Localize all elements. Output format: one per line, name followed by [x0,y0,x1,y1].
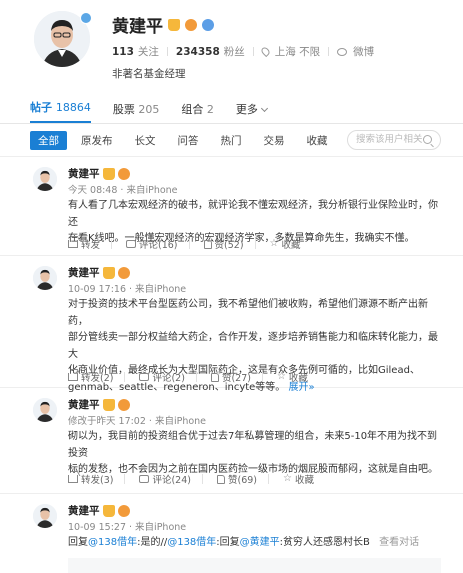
weibo-link[interactable]: 微博 [353,44,374,59]
location-text: 上海 不限 [274,46,321,58]
tab-posts[interactable]: 帖子 18864 [30,99,91,123]
stat-divider [328,47,330,56]
vip-medal-icon [202,18,214,31]
stat-divider [252,47,254,56]
favorite-button[interactable]: ☆ 收藏 [276,370,308,385]
mention-link[interactable]: @138借年 [88,537,137,548]
followers-count[interactable]: 234358 [176,46,220,58]
post-line: 对于投资的技术平台型医药公司，我不希望他们被收购，希望他们源源不断产出新药， [68,299,428,327]
like-icon [203,239,212,249]
like-icon [216,474,225,484]
post-item: 黄建平 10-09 17:16 · 来自iPhone 对于投资的技术平台型医药公… [0,256,463,393]
level-medal-icon [117,266,130,279]
comment-icon [126,240,137,248]
tab-portfolio[interactable]: 组合 2 [181,101,214,123]
chevron-down-icon [260,104,268,113]
filter-bar: 全部 原发布 长文 问答 热门 交易 收藏 搜索该用户相关 [0,124,463,156]
comment-icon [139,373,150,381]
filter-hot[interactable]: 热门 [213,131,250,150]
crown-medal-icon [102,266,115,279]
post-avatar[interactable] [33,266,57,290]
search-icon[interactable] [423,135,432,144]
search-input[interactable]: 搜索该用户相关 [347,130,441,150]
post-meta[interactable]: 今天 08:48 · 来自iPhone [68,182,178,196]
favorite-button[interactable]: ☆ 收藏 [283,472,314,487]
post-line: 有人看了几本宏观经济的破书，就评论我不懂宏观经济，我分析银行业保险业时，你还 [68,200,438,228]
crown-medal-icon [102,504,115,517]
post-avatar[interactable] [33,504,57,528]
verified-badge-icon [80,12,92,24]
post-author[interactable]: 黄建平 [68,166,100,181]
like-button[interactable]: 赞(52) [203,237,256,251]
stat-divider [166,47,168,56]
level-medal-icon [117,167,130,180]
post-author[interactable]: 黄建平 [68,397,100,412]
repost-button[interactable]: 转发(3) [68,472,126,486]
star-icon: ☆ [276,371,286,382]
post-line: 部分管线卖一部分权益给大药企，合作开发，逐步培养销售能力和临床转化能力，最大 [68,332,438,360]
like-icon [210,372,219,382]
profile-header: 黄建平 113 关注 234358 粉丝 上海 不限 微博 非著名基金经理 [0,0,463,98]
comment-button[interactable]: 评论(2) [139,370,197,384]
followers-label[interactable]: 粉丝 [224,44,245,59]
like-button[interactable]: 赞(27) [210,370,263,384]
post-avatar[interactable] [33,167,57,191]
crown-medal-icon [168,18,180,31]
post-item: 黄建平 10-09 15:27 · 来自iPhone 回复@138借年:是的//… [0,494,463,573]
repost-button[interactable]: 转发 [68,237,113,251]
filter-qa[interactable]: 问答 [170,131,207,150]
crown-medal-icon [102,167,115,180]
repost-icon [68,475,78,483]
post-avatar[interactable] [33,398,57,422]
like-button[interactable]: 赞(69) [216,472,269,486]
post-actions: 转发(3) 评论(24) 赞(69) ☆ 收藏 [68,472,314,486]
filter-long[interactable]: 长文 [127,131,164,150]
filter-fav[interactable]: 收藏 [299,131,336,150]
post-actions: 转发 评论(16) 赞(52) ☆ 收藏 [68,237,301,251]
following-count[interactable]: 113 [112,46,134,58]
post-actions: 转发(2) 评论(2) 赞(27) ☆ 收藏 [68,370,308,384]
search-placeholder: 搜索该用户相关 [356,134,423,145]
filter-trade[interactable]: 交易 [256,131,293,150]
repost-icon [68,240,78,248]
post-line: 砌以为，我目前的投资组合优于过去7年私募管理的组合，未来5-10年不用为找不到投… [68,431,438,459]
post-author[interactable]: 黄建平 [68,265,100,280]
comment-icon [139,475,150,483]
repost-button[interactable]: 转发(2) [68,370,126,384]
post-list: 黄建平 今天 08:48 · 来自iPhone 有人看了几本宏观经济的破书，就评… [0,156,463,573]
favorite-button[interactable]: ☆ 收藏 [269,237,301,252]
weibo-icon [337,47,348,56]
mention-link[interactable]: @黄建平 [240,537,280,548]
profile-name: 黄建平 [112,17,163,37]
level-medal-icon [117,398,130,411]
comment-button[interactable]: 评论(16) [126,237,190,251]
star-icon: ☆ [269,238,279,249]
post-author[interactable]: 黄建平 [68,503,100,518]
profile-title: 非著名基金经理 [112,68,186,80]
following-label[interactable]: 关注 [138,44,159,59]
crown-medal-icon [102,398,115,411]
quoted-reply-box [68,558,441,573]
view-conversation-link[interactable]: 查看对话 [379,537,419,548]
tab-more[interactable]: 更多 [236,101,268,123]
post-meta[interactable]: 10-09 15:27 · 来自iPhone [68,519,186,533]
post-meta[interactable]: 修改于昨天 17:02 · 来自iPhone [68,413,206,427]
profile-tabs: 帖子 18864 股票 205 组合 2 更多 [0,98,463,124]
level-medal-icon [185,18,197,31]
repost-icon [68,373,78,381]
post-meta[interactable]: 10-09 17:16 · 来自iPhone [68,281,186,295]
comment-button[interactable]: 评论(24) [139,472,203,486]
level-medal-icon [117,504,130,517]
mention-link[interactable]: @138借年 [167,537,216,548]
tab-stocks[interactable]: 股票 205 [113,101,160,123]
post-item: 黄建平 修改于昨天 17:02 · 来自iPhone 砌以为，我目前的投资组合优… [0,388,463,494]
location-pin-icon [259,45,271,58]
filter-all[interactable]: 全部 [30,130,67,150]
profile-stats: 113 关注 234358 粉丝 上海 不限 微博 [112,44,374,59]
filter-original[interactable]: 原发布 [73,131,121,150]
post-item: 黄建平 今天 08:48 · 来自iPhone 有人看了几本宏观经济的破书，就评… [0,157,463,256]
reply-text: 回复@138借年:是的//@138借年:回复@黄建平:贫穷人还感恩村长B 查看对… [68,537,420,548]
star-icon: ☆ [283,473,292,484]
